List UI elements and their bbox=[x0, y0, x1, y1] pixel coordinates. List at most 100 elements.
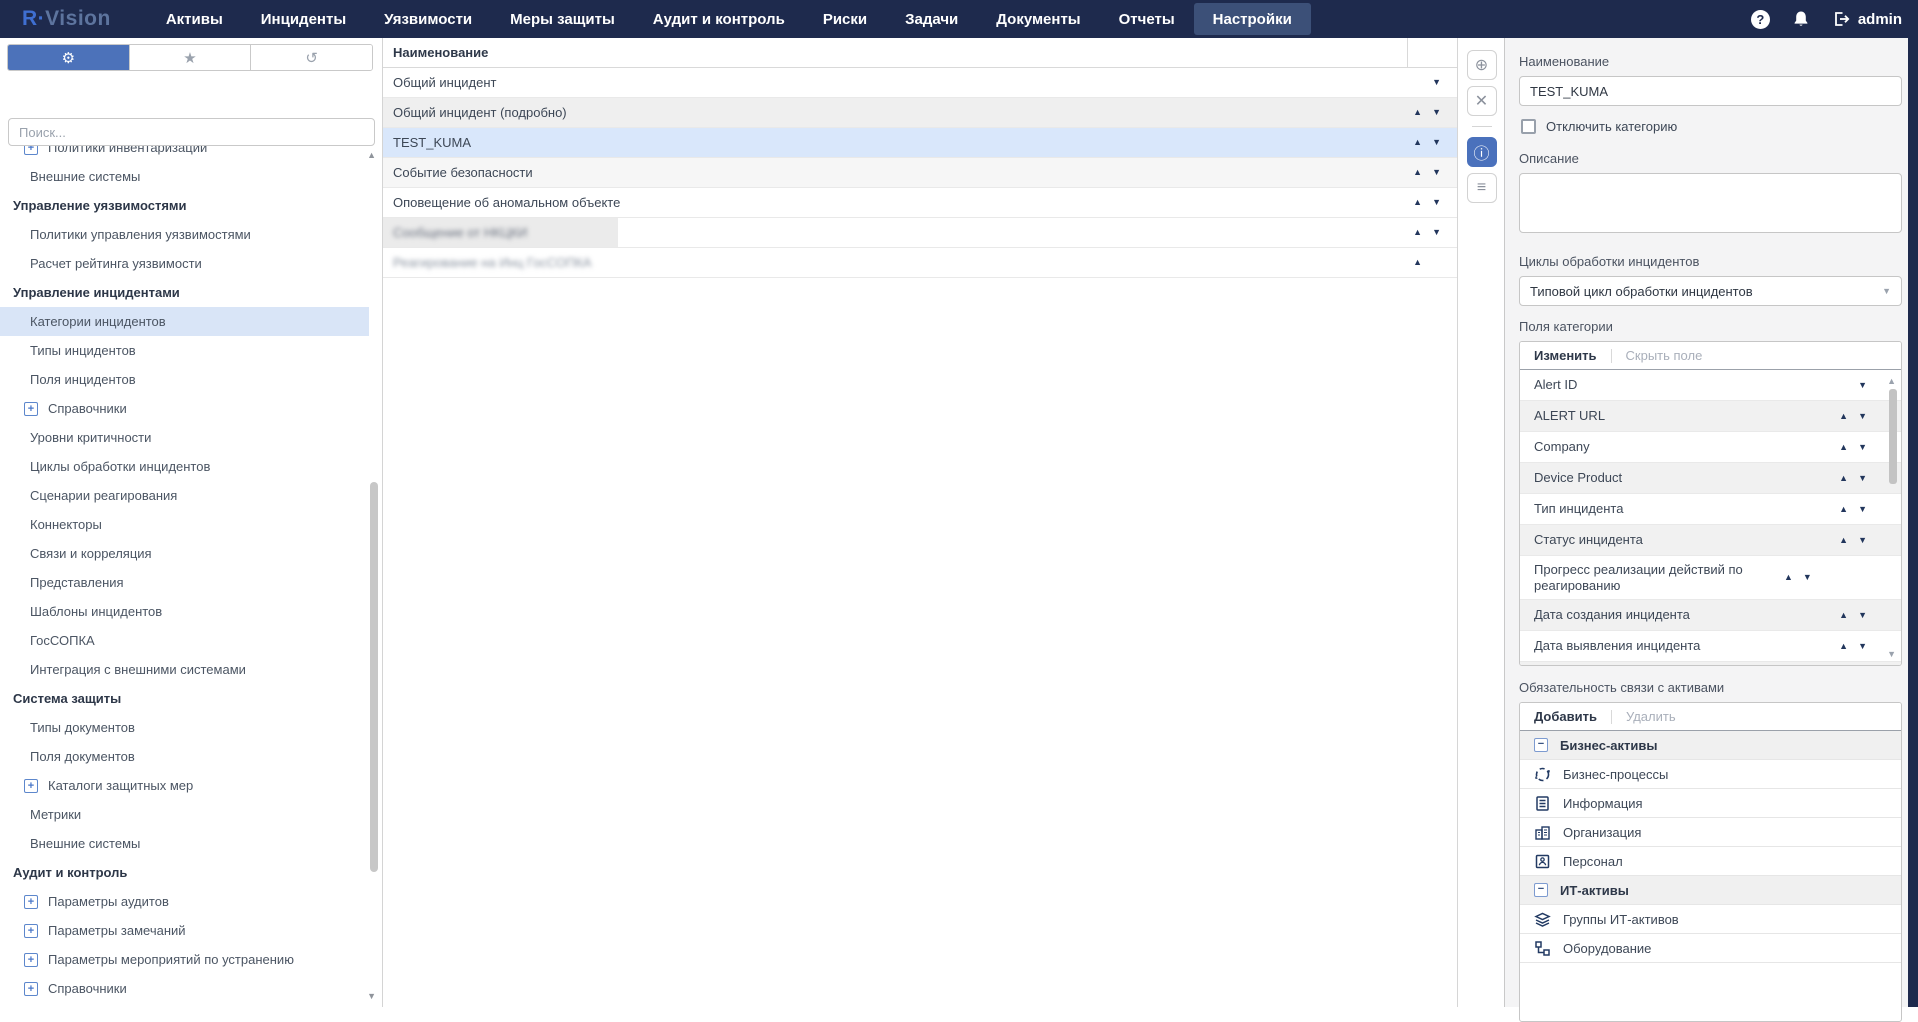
collapse-minus-icon[interactable]: − bbox=[1534, 883, 1548, 897]
tab-history[interactable]: ↺ bbox=[251, 45, 372, 70]
nav-item-risks[interactable]: Риски bbox=[804, 0, 886, 38]
hide-field-button[interactable]: Скрыть поле bbox=[1626, 348, 1703, 363]
sidebar-item[interactable]: +Параметры замечаний bbox=[0, 916, 369, 945]
table-row-selected[interactable]: TEST_KUMA ▲▼ bbox=[383, 128, 1457, 158]
sidebar-scrollbar-thumb[interactable] bbox=[370, 482, 378, 872]
sidebar-item[interactable]: Расчет рейтинга уязвимости bbox=[0, 249, 369, 278]
asset-row[interactable]: Бизнес-процессы bbox=[1520, 760, 1901, 789]
sidebar-item[interactable]: Коннекторы bbox=[0, 510, 369, 539]
asset-group-row[interactable]: − ИТ-активы bbox=[1520, 876, 1901, 905]
expand-plus-icon[interactable]: + bbox=[24, 982, 38, 996]
move-down-icon[interactable]: ▼ bbox=[1858, 381, 1867, 390]
scroll-down-icon[interactable]: ▼ bbox=[1887, 649, 1896, 659]
sidebar-item-incident-categories[interactable]: Категории инцидентов bbox=[0, 307, 369, 336]
info-panel-button[interactable]: ⓘ bbox=[1467, 137, 1497, 167]
sidebar-item[interactable]: +Справочники bbox=[0, 974, 369, 1003]
sidebar-item[interactable]: +Политики инвентаризации bbox=[0, 146, 369, 162]
asset-row[interactable]: Персонал bbox=[1520, 847, 1901, 876]
add-asset-button[interactable]: Добавить bbox=[1534, 709, 1597, 724]
move-up-icon[interactable]: ▲ bbox=[1839, 474, 1848, 483]
user-menu[interactable]: admin bbox=[1832, 10, 1902, 28]
nav-item-tasks[interactable]: Задачи bbox=[886, 0, 977, 38]
asset-group-row[interactable]: − Бизнес-активы bbox=[1520, 731, 1901, 760]
sidebar-item[interactable]: ГосСОПКА bbox=[0, 626, 369, 655]
asset-row[interactable]: Оборудование bbox=[1520, 934, 1901, 963]
sidebar-item[interactable]: Поля инцидентов bbox=[0, 365, 369, 394]
sidebar-item[interactable]: Типы инцидентов bbox=[0, 336, 369, 365]
field-row[interactable]: Alert ID▲▼ bbox=[1520, 370, 1901, 401]
move-up-icon[interactable]: ▲ bbox=[1784, 573, 1793, 582]
move-down-icon[interactable]: ▼ bbox=[1858, 611, 1867, 620]
sidebar-item[interactable]: Интеграция с внешними системами bbox=[0, 655, 369, 684]
expand-plus-icon[interactable]: + bbox=[24, 779, 38, 793]
nav-item-documents[interactable]: Документы bbox=[977, 0, 1099, 38]
table-row[interactable]: Оповещение об аномальном объекте ▲▼ bbox=[383, 188, 1457, 218]
move-down-icon[interactable]: ▼ bbox=[1858, 474, 1867, 483]
sidebar-item[interactable]: Политики управления уязвимостями bbox=[0, 220, 369, 249]
field-row[interactable]: Статус инцидента▲▼ bbox=[1520, 525, 1901, 556]
field-row[interactable]: ALERT URL▲▼ bbox=[1520, 401, 1901, 432]
move-down-icon[interactable]: ▼ bbox=[1432, 198, 1441, 207]
sidebar-item[interactable]: Уровни критичности bbox=[0, 423, 369, 452]
scroll-down-icon[interactable]: ▼ bbox=[367, 991, 376, 1001]
field-row[interactable]: Дата создания инцидента▲▼ bbox=[1520, 600, 1901, 631]
move-down-icon[interactable]: ▼ bbox=[1803, 573, 1812, 582]
notifications-bell-icon[interactable] bbox=[1792, 10, 1810, 28]
sidebar-item[interactable]: +Параметры аудитов bbox=[0, 887, 369, 916]
sidebar-item[interactable]: Поля документов bbox=[0, 742, 369, 771]
nav-item-audit[interactable]: Аудит и контроль bbox=[634, 0, 804, 38]
move-down-icon[interactable]: ▼ bbox=[1432, 168, 1441, 177]
move-up-icon[interactable]: ▲ bbox=[1839, 611, 1848, 620]
move-up-icon[interactable]: ▲ bbox=[1413, 228, 1422, 237]
asset-row[interactable]: Информация bbox=[1520, 789, 1901, 818]
table-row[interactable]: Общий инцидент (подробно) ▲▼ bbox=[383, 98, 1457, 128]
tab-favorites[interactable]: ★ bbox=[130, 45, 252, 70]
field-row[interactable]: Прогресс реализации действий по реагиров… bbox=[1520, 556, 1901, 600]
expand-plus-icon[interactable]: + bbox=[24, 895, 38, 909]
table-row-blurred[interactable]: Реагирование на Инц ГосСОПКА ▲▼ bbox=[383, 248, 1457, 278]
sidebar-item[interactable]: Сценарии реагирования bbox=[0, 481, 369, 510]
nav-item-settings[interactable]: Настройки bbox=[1194, 3, 1311, 35]
move-up-icon[interactable]: ▲ bbox=[1839, 642, 1848, 651]
asset-row[interactable]: Организация bbox=[1520, 818, 1901, 847]
move-down-icon[interactable]: ▼ bbox=[1858, 536, 1867, 545]
nav-item-incidents[interactable]: Инциденты bbox=[242, 0, 365, 38]
sidebar-item[interactable]: Внешние системы bbox=[0, 162, 369, 191]
move-up-icon[interactable]: ▲ bbox=[1413, 138, 1422, 147]
move-down-icon[interactable]: ▼ bbox=[1858, 412, 1867, 421]
sidebar-item[interactable]: Циклы обработки инцидентов bbox=[0, 452, 369, 481]
logout-icon[interactable] bbox=[1832, 10, 1850, 28]
nav-item-protection-measures[interactable]: Меры защиты bbox=[491, 0, 634, 38]
nav-item-vulnerabilities[interactable]: Уязвимости bbox=[365, 0, 491, 38]
field-row[interactable]: Company▲▼ bbox=[1520, 432, 1901, 463]
sidebar-item[interactable]: Связи и корреляция bbox=[0, 539, 369, 568]
table-row[interactable]: Общий инцидент ▲▼ bbox=[383, 68, 1457, 98]
remove-asset-button[interactable]: Удалить bbox=[1626, 709, 1676, 724]
tab-settings-tree[interactable]: ⚙ bbox=[8, 45, 130, 70]
move-down-icon[interactable]: ▼ bbox=[1858, 443, 1867, 452]
list-panel-button[interactable]: ≡ bbox=[1467, 173, 1497, 203]
scroll-up-icon[interactable]: ▲ bbox=[1887, 376, 1896, 386]
name-field[interactable] bbox=[1519, 76, 1902, 106]
nav-item-assets[interactable]: Активы bbox=[147, 0, 242, 38]
delete-category-button[interactable]: ✕ bbox=[1467, 86, 1497, 116]
fields-scrollbar-thumb[interactable] bbox=[1889, 389, 1897, 484]
table-row-blurred[interactable]: Сообщение от НКЦКИ ▲▼ bbox=[383, 218, 1457, 248]
sidebar-item[interactable]: Внешние системы bbox=[0, 829, 369, 858]
sidebar-item[interactable]: Требования bbox=[0, 1003, 369, 1007]
move-down-icon[interactable]: ▼ bbox=[1432, 108, 1441, 117]
nav-item-reports[interactable]: Отчеты bbox=[1100, 0, 1194, 38]
asset-row[interactable]: Группы ИТ-активов bbox=[1520, 905, 1901, 934]
move-up-icon[interactable]: ▲ bbox=[1839, 412, 1848, 421]
sidebar-item[interactable]: Метрики bbox=[0, 800, 369, 829]
expand-plus-icon[interactable]: + bbox=[24, 924, 38, 938]
collapse-minus-icon[interactable]: − bbox=[1534, 738, 1548, 752]
checkbox-icon[interactable] bbox=[1521, 119, 1536, 134]
expand-plus-icon[interactable]: + bbox=[24, 953, 38, 967]
expand-plus-icon[interactable]: + bbox=[24, 146, 38, 155]
move-up-icon[interactable]: ▲ bbox=[1839, 505, 1848, 514]
move-up-icon[interactable]: ▲ bbox=[1839, 536, 1848, 545]
move-down-icon[interactable]: ▼ bbox=[1432, 78, 1441, 87]
field-row[interactable]: Device Product▲▼ bbox=[1520, 463, 1901, 494]
add-category-button[interactable]: ⊕ bbox=[1467, 50, 1497, 80]
